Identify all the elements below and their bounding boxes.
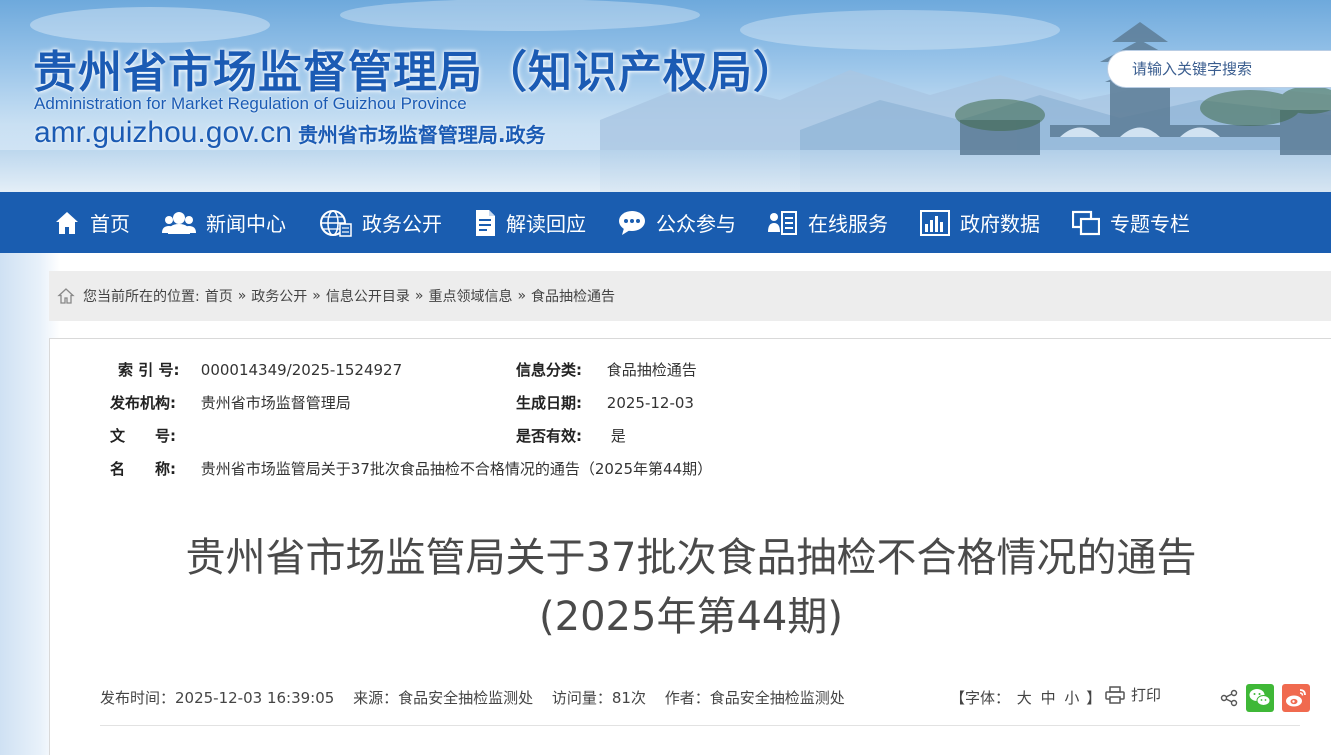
nav-item-public-participation[interactable]: 公众参与: [618, 192, 736, 253]
meta-valid-value: 是: [610, 427, 626, 445]
print-button[interactable]: 打印: [1105, 684, 1161, 705]
bar-chart-icon: [920, 209, 950, 236]
meta-index-value: 000014349/2025-1524927: [200, 361, 403, 379]
font-size-close-bracket: 】: [1086, 689, 1102, 707]
nav-item-gov-affairs[interactable]: 政务公开: [318, 192, 442, 253]
nav-item-label: 解读回应: [506, 212, 586, 236]
font-size-medium-button[interactable]: 中: [1041, 689, 1056, 707]
meta-category-label: 信息分类:: [516, 361, 582, 379]
breadcrumb-separator: »: [237, 288, 247, 304]
site-domain-url: amr.guizhou.gov.cn: [34, 116, 292, 149]
globe-icon: [320, 209, 352, 237]
font-size-control: 【字体： 大 中 小 】: [950, 687, 1101, 708]
breadcrumb-prefix: 您当前所在的位置:: [83, 289, 200, 305]
meta-name-value: 贵州省市场监管局关于37批次食品抽检不合格情况的通告（2025年第44期）: [200, 460, 713, 478]
font-size-small-button[interactable]: 小: [1064, 689, 1079, 707]
meta-publisher-value: 贵州省市场监督管理局: [200, 394, 351, 412]
nav-item-label: 专题专栏: [1110, 212, 1190, 236]
meta-name-label: 名 称:: [110, 460, 176, 478]
site-title: 贵州省市场监督管理局（知识产权局）: [33, 47, 798, 98]
nav-item-online-service[interactable]: 在线服务: [768, 192, 888, 253]
nav-item-gov-data[interactable]: 政府数据: [920, 192, 1040, 253]
site-banner: 贵州省市场监督管理局（知识产权局） Administration for Mar…: [0, 0, 1331, 192]
font-size-large-button[interactable]: 大: [1017, 689, 1032, 707]
share-icon[interactable]: [1220, 689, 1238, 707]
breadcrumb-link-food-inspection[interactable]: 食品抽检通告: [531, 286, 615, 306]
meta-docno: 文 号:: [110, 425, 196, 446]
meta-publisher: 发布机构: 贵州省市场监督管理局: [110, 392, 351, 413]
site-title-english: Administration for Market Regulation of …: [34, 94, 467, 113]
meta-valid-label: 是否有效:: [516, 427, 582, 445]
nav-item-news[interactable]: 新闻中心: [162, 192, 286, 253]
breadcrumb: 您当前所在的位置: 首页 » 政务公开 » 信息公开目录 » 重点领域信息 » …: [49, 271, 1331, 321]
breadcrumb-link-home[interactable]: 首页: [205, 286, 233, 306]
article-info-bar: 发布时间：2025-12-03 16:39:05 来源：食品安全抽检监测处 访问…: [100, 687, 859, 708]
meta-index: 索 引 号: 000014349/2025-1524927: [118, 359, 402, 380]
nav-item-special-topics[interactable]: 专题专栏: [1072, 192, 1190, 253]
nav-item-home[interactable]: 首页: [54, 192, 130, 253]
info-bar-divider: [100, 725, 1300, 726]
home-outline-icon: [57, 288, 75, 304]
meta-valid: 是否有效: 是: [516, 425, 626, 446]
printer-icon: [1105, 685, 1125, 704]
article-author: 作者：食品安全抽检监测处: [664, 689, 845, 707]
breadcrumb-link-key-areas[interactable]: 重点领域信息: [428, 286, 512, 306]
font-size-label: 【字体：: [950, 689, 1011, 707]
nav-item-label: 公众参与: [656, 212, 736, 236]
meta-index-label: 索 引 号:: [118, 361, 180, 379]
meta-category: 信息分类: 食品抽检通告: [516, 359, 697, 380]
meta-category-value: 食品抽检通告: [606, 361, 697, 379]
wechat-icon[interactable]: [1246, 684, 1274, 712]
article-source: 来源：食品安全抽检监测处: [353, 689, 534, 707]
breadcrumb-separator: »: [517, 288, 527, 304]
article-content: 索 引 号: 000014349/2025-1524927 信息分类: 食品抽检…: [49, 338, 1331, 755]
share-bar: [1212, 684, 1310, 712]
nav-item-label: 首页: [90, 212, 130, 236]
site-domain-cn: 贵州省市场监督管理局.政务: [297, 123, 546, 147]
user-list-icon: [768, 210, 797, 235]
meta-docno-label: 文 号:: [110, 427, 176, 445]
view-count: 访问量：81次: [551, 689, 646, 707]
windows-icon: [1072, 210, 1100, 235]
nav-item-interpretation[interactable]: 解读回应: [474, 192, 586, 253]
home-icon: [56, 211, 78, 234]
people-icon: [162, 211, 196, 234]
meta-date: 生成日期: 2025-12-03: [516, 392, 694, 413]
nav-item-label: 政务公开: [362, 212, 442, 236]
nav-item-label: 政府数据: [960, 212, 1040, 236]
document-icon: [476, 209, 495, 236]
meta-date-label: 生成日期:: [516, 394, 582, 412]
main-nav: 首页 新闻中心 政务公开 解读回应 公众参与 在线服务 政府数据 专题专栏: [0, 192, 1331, 253]
weibo-icon[interactable]: [1282, 684, 1310, 712]
breadcrumb-separator: »: [312, 288, 321, 304]
search-input[interactable]: [1107, 50, 1331, 88]
meta-name: 名 称: 贵州省市场监管局关于37批次食品抽检不合格情况的通告（2025年第44…: [110, 458, 712, 479]
nav-item-label: 在线服务: [808, 212, 888, 236]
print-label: 打印: [1131, 686, 1162, 704]
nav-item-label: 新闻中心: [206, 212, 286, 236]
breadcrumb-link-gov-affairs[interactable]: 政务公开: [251, 286, 307, 306]
site-domain: amr.guizhou.gov.cn 贵州省市场监督管理局.政务: [34, 116, 546, 150]
publish-time: 发布时间：2025-12-03 16:39:05: [100, 689, 335, 707]
chat-icon: [619, 210, 645, 235]
meta-date-value: 2025-12-03: [606, 394, 694, 412]
breadcrumb-separator: »: [414, 288, 424, 304]
article-title-issue: (2025年第44期): [539, 594, 843, 640]
article-title: 贵州省市场监管局关于37批次食品抽检不合格情况的通告: [185, 535, 1197, 581]
meta-publisher-label: 发布机构:: [110, 394, 176, 412]
breadcrumb-link-catalog[interactable]: 信息公开目录: [326, 286, 410, 306]
